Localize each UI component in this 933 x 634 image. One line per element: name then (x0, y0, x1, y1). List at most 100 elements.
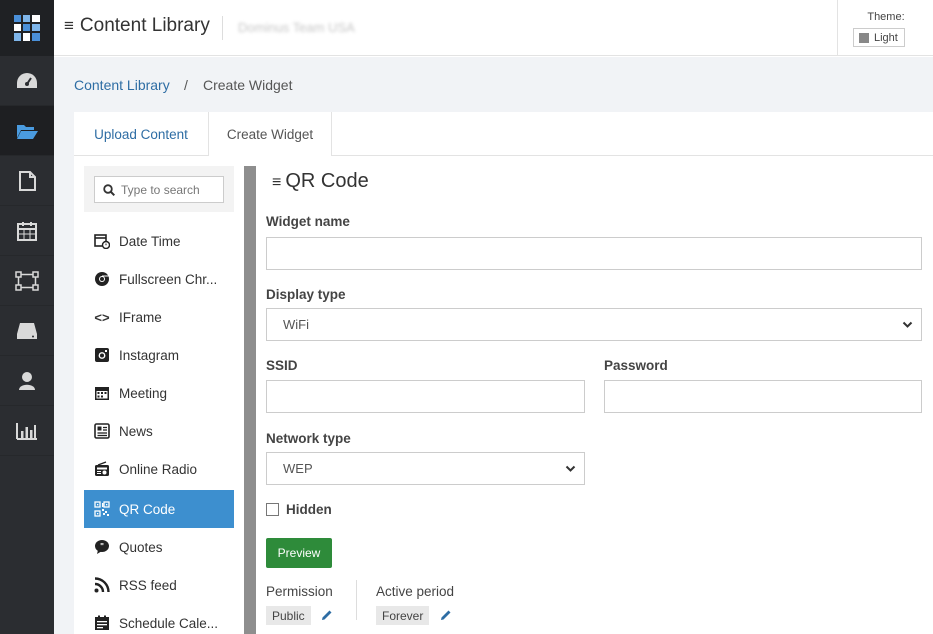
create-widget-panel: Date Time Fullscreen Chr... <> IFrame In… (74, 156, 933, 634)
widget-search-box[interactable] (94, 176, 224, 203)
list-item-fullscreen-chrome[interactable]: Fullscreen Chr... (84, 260, 234, 298)
list-item-iframe[interactable]: <> IFrame (84, 298, 234, 336)
folder-open-icon (17, 124, 38, 139)
rail-reports[interactable] (0, 406, 54, 456)
panel-divider (244, 166, 256, 634)
chevron-down-icon (565, 465, 576, 472)
list-item-news[interactable]: News (84, 412, 234, 450)
ssid-input[interactable] (266, 380, 585, 413)
search-icon (103, 183, 115, 196)
header-divider (222, 16, 223, 40)
code-icon: <> (94, 309, 110, 325)
list-item-schedule-calendar[interactable]: Schedule Cale... (84, 604, 234, 634)
widget-type-list: Date Time Fullscreen Chr... <> IFrame In… (84, 166, 234, 634)
rail-devices[interactable] (0, 306, 54, 356)
breadcrumb-content-library-link[interactable]: Content Library (74, 77, 170, 93)
password-input[interactable] (604, 380, 922, 413)
list-item-label: IFrame (119, 309, 162, 325)
list-item-rss-feed[interactable]: RSS feed (84, 566, 234, 604)
permission-label: Permission (266, 584, 333, 599)
edit-permission-icon[interactable] (321, 609, 333, 621)
menu-icon: ≡ (272, 174, 282, 191)
list-item-online-radio[interactable]: Online Radio (84, 450, 234, 488)
qr-code-icon (93, 501, 111, 517)
tab-upload-content[interactable]: Upload Content (74, 112, 208, 156)
rail-content-library[interactable] (0, 106, 54, 156)
network-icon (15, 270, 39, 291)
bar-chart-icon (16, 422, 37, 440)
main-content: Upload Content Create Widget Date Time (54, 112, 933, 634)
rail-pages[interactable] (0, 156, 54, 206)
list-item-instagram[interactable]: Instagram (84, 336, 234, 374)
list-item-qr-code[interactable]: QR Code (84, 490, 234, 528)
ssid-label: SSID (266, 358, 298, 373)
list-item-quotes[interactable]: " Quotes (84, 528, 234, 566)
network-type-select[interactable]: WEP (266, 452, 585, 485)
widget-name-label: Widget name (266, 214, 350, 229)
newspaper-icon (93, 423, 111, 439)
active-period-label: Active period (376, 584, 455, 599)
list-item-label: Schedule Cale... (119, 615, 219, 631)
list-item-label: Quotes (119, 539, 163, 555)
theme-label: Theme: (867, 11, 905, 23)
calendar-icon (93, 385, 111, 401)
qr-code-form: ≡ QR Code Widget name Display type WiFi S… (266, 156, 933, 634)
hidden-checkbox-row[interactable]: Hidden (266, 502, 332, 517)
sidebar-rail (0, 0, 54, 634)
active-period-badge: Forever (376, 606, 430, 625)
breadcrumb-separator: / (184, 77, 188, 93)
edit-active-period-icon[interactable] (440, 609, 452, 621)
theme-value: Light (874, 31, 898, 44)
network-type-label: Network type (266, 431, 351, 446)
user-icon (19, 371, 35, 390)
calendar-clock-icon (93, 233, 111, 249)
schedule-icon (93, 615, 111, 631)
breadcrumb: Content Library / Create Widget (54, 57, 933, 112)
calendar-icon (17, 221, 37, 241)
hidden-label: Hidden (286, 502, 332, 517)
rail-schedule[interactable] (0, 206, 54, 256)
list-item-label: News (119, 423, 153, 439)
radio-icon (93, 461, 111, 477)
chevron-down-icon (902, 321, 913, 328)
page-title: ≡ Content Library (64, 15, 210, 37)
list-item-label: Fullscreen Chr... (119, 271, 218, 287)
menu-icon[interactable]: ≡ (64, 16, 74, 35)
app-logo[interactable] (0, 0, 54, 56)
team-name: Dominus Team USA (238, 20, 355, 35)
display-type-select[interactable]: WiFi (266, 308, 922, 341)
theme-swatch-icon (859, 32, 869, 43)
preview-button[interactable]: Preview (266, 538, 332, 568)
permission-badge: Public (266, 606, 311, 625)
quote-icon: " (93, 539, 111, 555)
widget-search-area (84, 166, 234, 212)
list-item-date-time[interactable]: Date Time (84, 222, 234, 260)
theme-toggle-button[interactable]: Light (853, 28, 905, 47)
meta-divider (356, 580, 357, 620)
instagram-icon (93, 347, 111, 363)
list-item-label: Meeting (119, 385, 168, 401)
display-type-value: WiFi (283, 317, 309, 332)
list-item-meeting[interactable]: Meeting (84, 374, 234, 412)
grid-logo-icon (14, 15, 40, 41)
rail-users[interactable] (0, 356, 54, 406)
hidden-checkbox[interactable] (266, 503, 279, 516)
display-type-label: Display type (266, 287, 346, 302)
file-icon (19, 170, 36, 191)
widget-search-input[interactable] (121, 182, 217, 197)
widget-name-input[interactable] (266, 237, 922, 270)
breadcrumb-current: Create Widget (203, 77, 293, 93)
list-item-label: Date Time (119, 233, 181, 249)
drive-icon (17, 322, 37, 339)
rail-network[interactable] (0, 256, 54, 306)
network-type-value: WEP (283, 461, 313, 476)
tab-bar: Upload Content Create Widget (74, 112, 933, 157)
rail-dashboard[interactable] (0, 56, 54, 106)
dashboard-icon (17, 72, 37, 88)
tab-create-widget[interactable]: Create Widget (208, 112, 332, 157)
svg-text:": " (100, 542, 104, 551)
list-item-label: QR Code (119, 501, 176, 517)
top-header: ≡ Content Library Dominus Team USA Theme:… (54, 0, 933, 56)
chrome-icon (93, 271, 111, 287)
list-item-label: Instagram (119, 347, 180, 363)
